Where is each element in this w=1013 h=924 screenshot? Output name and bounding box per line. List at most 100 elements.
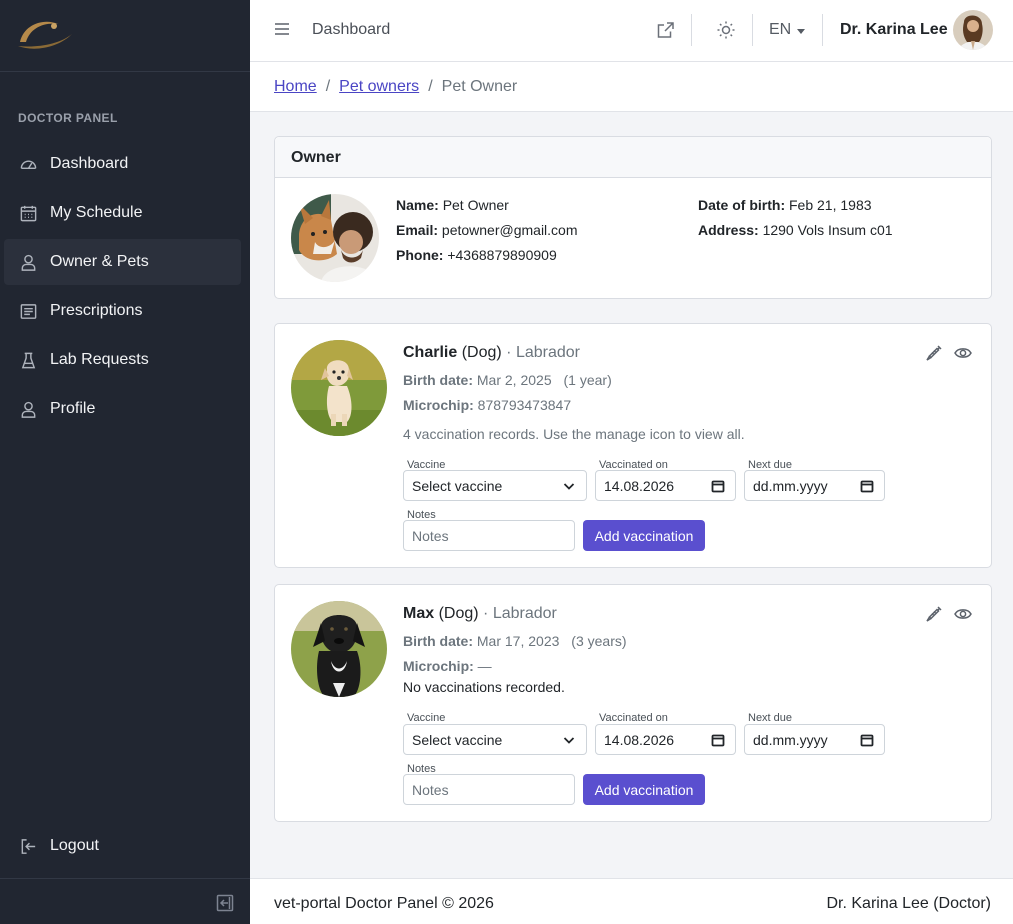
logout-button[interactable]: Logout <box>4 823 241 869</box>
calendar-icon[interactable] <box>860 733 874 747</box>
notes-placeholder: Notes <box>412 527 449 544</box>
pet-microchip: — <box>477 658 492 674</box>
add-vaccination-button[interactable]: Add vaccination <box>583 774 705 805</box>
sidebar: DOCTOR PANEL Dashboard My Schedule Owner… <box>0 0 250 924</box>
pet-avatar <box>291 601 387 697</box>
pet-age: (1 year) <box>563 372 612 388</box>
sidebar-item-label: Owner & Pets <box>50 253 149 270</box>
user-icon <box>4 400 50 419</box>
user-name[interactable]: Dr. Karina Lee <box>840 21 948 39</box>
header-title[interactable]: Dashboard <box>312 21 390 39</box>
logo-icon[interactable] <box>14 12 84 56</box>
sidebar-item-prescriptions[interactable]: Prescriptions <box>4 288 241 334</box>
pet-birth-date: Mar 17, 2023 <box>476 633 560 649</box>
owner-phone: +4368879890909 <box>447 247 557 263</box>
sidebar-item-dashboard[interactable]: Dashboard <box>4 141 241 187</box>
owner-address: 1290 Vols Insum c01 <box>762 222 893 238</box>
pet-name: Max <box>403 605 435 622</box>
calendar-icon <box>4 204 50 223</box>
next-due-date-input[interactable]: dd.mm.yyyy <box>744 724 885 755</box>
logout-icon <box>4 837 50 856</box>
pet-breed: · Labrador <box>506 344 580 361</box>
next-due-date-input[interactable]: dd.mm.yyyy <box>744 470 885 501</box>
pet-breed: · Labrador <box>483 605 557 622</box>
vaccine-select[interactable]: Select vaccine <box>403 724 587 755</box>
sidebar-item-label: Lab Requests <box>50 351 149 368</box>
pet-microchip-label: Microchip: <box>403 397 474 413</box>
owner-card-title: Owner <box>275 137 991 178</box>
sidebar-item-schedule[interactable]: My Schedule <box>4 190 241 236</box>
sidebar-item-lab-requests[interactable]: Lab Requests <box>4 337 241 383</box>
pet-birth-label: Birth date: <box>403 372 473 388</box>
owner-phone-row: Phone: +4368879890909 <box>396 247 557 263</box>
pet-age: (3 years) <box>571 633 627 649</box>
flask-icon <box>4 351 50 370</box>
header-divider <box>691 14 692 46</box>
pet-microchip-label: Microchip: <box>403 658 474 674</box>
header-divider <box>752 14 753 46</box>
owner-address-label: Address: <box>698 222 759 238</box>
top-header: Dashboard EN Dr. Karina Lee <box>250 0 1013 62</box>
pet-birth-date: Mar 2, 2025 <box>476 372 552 388</box>
pet-avatar <box>291 340 387 436</box>
theme-sun-icon[interactable] <box>716 20 736 40</box>
breadcrumb-bar: Home / Pet owners / Pet Owner <box>250 62 1013 112</box>
calendar-icon[interactable] <box>860 479 874 493</box>
hamburger-menu-icon[interactable] <box>274 21 292 39</box>
owner-card: Owner Name: Pet Owner Email: petowner@gm… <box>274 136 992 299</box>
next-due-label: Next due <box>748 712 793 724</box>
next-due-value: dd.mm.yyyy <box>753 477 828 494</box>
owner-name: Pet Owner <box>442 197 509 213</box>
footer-copyright: vet-portal Doctor Panel © 2026 <box>274 895 494 912</box>
pet-card: Charlie (Dog) · Labrador Birth date: Mar… <box>274 323 992 568</box>
breadcrumb-current: Pet Owner <box>441 78 518 95</box>
vaccinated-on-date-input[interactable]: 14.08.2026 <box>595 724 736 755</box>
pet-species: (Dog) <box>438 605 479 622</box>
header-divider <box>822 14 823 46</box>
sidebar-collapse-icon[interactable] <box>216 894 234 912</box>
vaccination-note: No vaccinations recorded. <box>403 679 565 695</box>
syringe-icon[interactable] <box>925 344 943 362</box>
pet-microchip-row: Microchip: — <box>403 658 492 674</box>
vaccine-select-value: Select vaccine <box>412 477 503 494</box>
external-link-icon[interactable] <box>656 20 676 40</box>
calendar-icon[interactable] <box>711 479 725 493</box>
vaccine-select[interactable]: Select vaccine <box>403 470 587 501</box>
breadcrumb-separator: / <box>428 78 433 95</box>
owner-dob-label: Date of birth: <box>698 197 786 213</box>
chevron-down-icon <box>797 29 805 34</box>
breadcrumb-pet-owners-link[interactable]: Pet owners <box>339 78 419 96</box>
owner-name-row: Name: Pet Owner <box>396 197 509 213</box>
document-icon <box>4 302 50 321</box>
language-selector[interactable]: EN <box>769 21 791 39</box>
pet-microchip: 878793473847 <box>477 397 572 413</box>
sidebar-item-profile[interactable]: Profile <box>4 386 241 432</box>
eye-icon[interactable] <box>954 344 972 362</box>
chevron-down-icon <box>562 733 576 747</box>
speedometer-icon <box>4 155 50 174</box>
sidebar-footer <box>0 878 250 924</box>
pet-birth-label: Birth date: <box>403 633 473 649</box>
owner-dob: Feb 21, 1983 <box>789 197 872 213</box>
notes-input[interactable]: Notes <box>403 774 575 805</box>
panel-title: DOCTOR PANEL <box>18 111 118 125</box>
vaccinated-on-value: 14.08.2026 <box>604 731 675 748</box>
avatar[interactable] <box>953 10 993 50</box>
breadcrumb: Home / Pet owners / Pet Owner <box>274 78 517 96</box>
owner-avatar <box>291 194 379 282</box>
sidebar-item-owner-pets[interactable]: Owner & Pets <box>4 239 241 285</box>
footer-user: Dr. Karina Lee (Doctor) <box>826 895 991 912</box>
notes-input[interactable]: Notes <box>403 520 575 551</box>
eye-icon[interactable] <box>954 605 972 623</box>
calendar-icon[interactable] <box>711 733 725 747</box>
sidebar-item-label: Dashboard <box>50 155 129 172</box>
syringe-icon[interactable] <box>925 605 943 623</box>
vaccination-note: 4 vaccination records. Use the manage ic… <box>403 426 745 442</box>
page-footer: vet-portal Doctor Panel © 2026 Dr. Karin… <box>250 878 1013 924</box>
breadcrumb-home-link[interactable]: Home <box>274 78 317 96</box>
vaccinated-on-value: 14.08.2026 <box>604 477 675 494</box>
add-vaccination-button[interactable]: Add vaccination <box>583 520 705 551</box>
user-icon <box>4 253 50 272</box>
sidebar-item-label: My Schedule <box>50 204 143 221</box>
vaccinated-on-date-input[interactable]: 14.08.2026 <box>595 470 736 501</box>
